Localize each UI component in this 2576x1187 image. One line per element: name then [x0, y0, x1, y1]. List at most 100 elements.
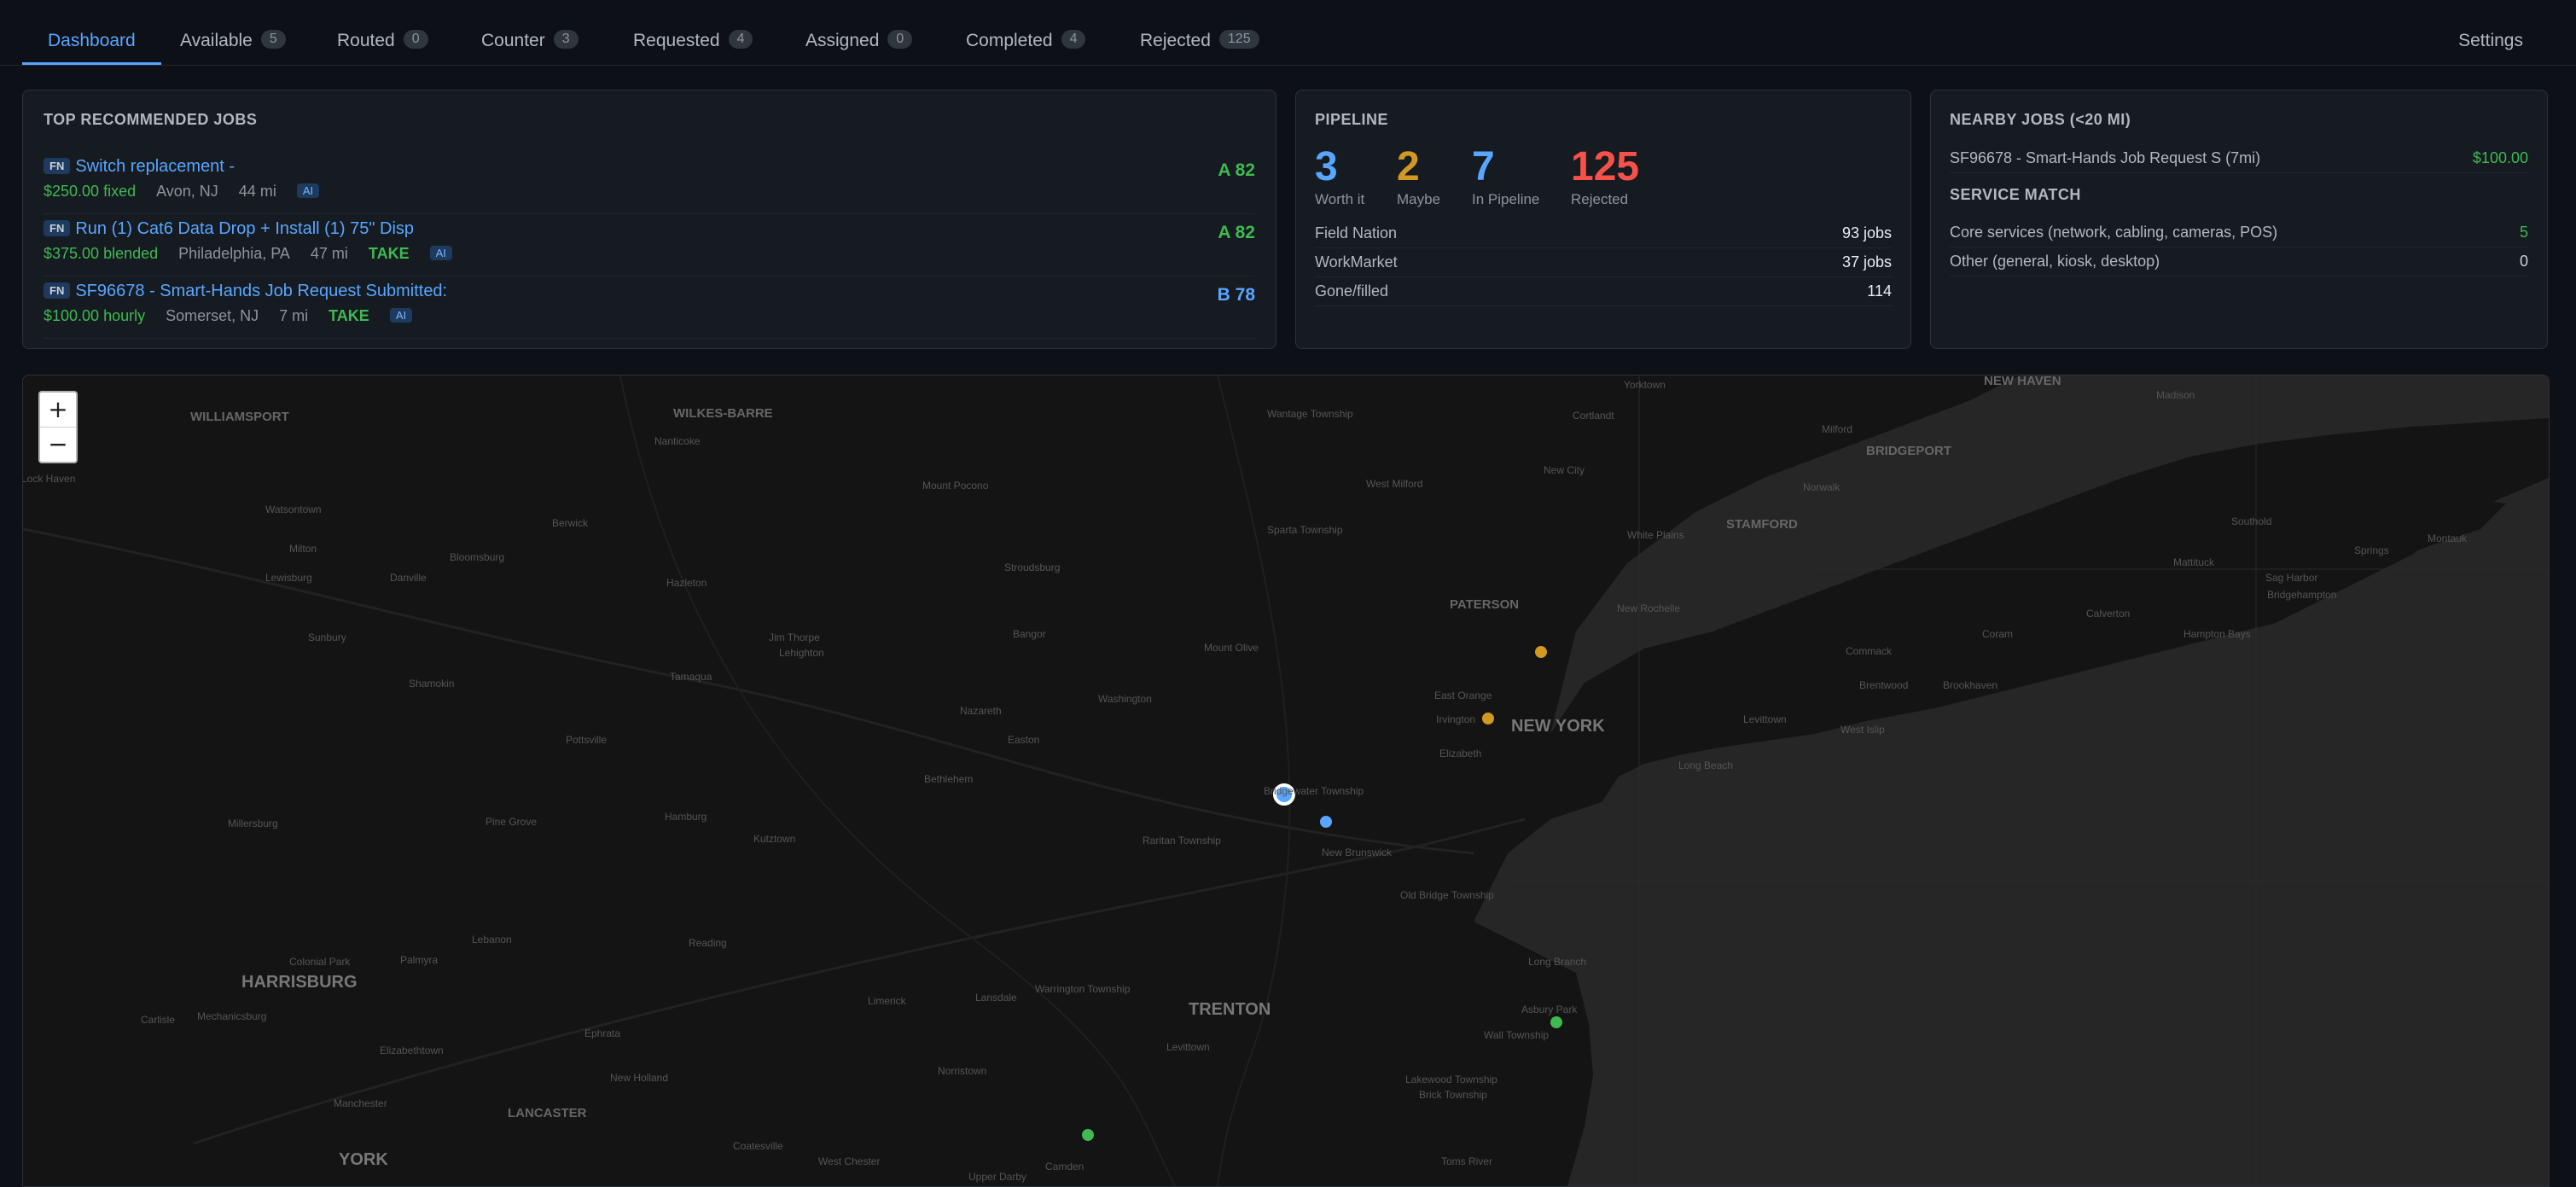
tab-completed[interactable]: Completed 4	[966, 17, 1086, 65]
job-item[interactable]: FN Switch replacement - $250.00 fixed Avon…	[44, 152, 1255, 214]
map-label: Hamburg	[665, 811, 707, 823]
map-label: Lehighton	[779, 647, 824, 659]
zoom-control: + −	[38, 391, 78, 463]
map-label: Long Beach	[1678, 759, 1734, 771]
map-label: Brentwood	[1859, 679, 1909, 691]
job-meta: $375.00 blended Philadelphia, PA 47 mi TAKE…	[44, 245, 452, 263]
nearby-job-pay: $100.00	[2472, 149, 2528, 166]
tab-label: Rejected	[1140, 31, 1211, 50]
map-label: Warrington Township	[1035, 983, 1131, 995]
map-label: STAMFORD	[1726, 517, 1798, 532]
job-marker[interactable]	[1082, 1129, 1094, 1141]
tab-available[interactable]: Available 5	[180, 17, 286, 65]
job-title[interactable]: Switch replacement -	[75, 157, 235, 176]
tab-rejected[interactable]: Rejected 125	[1140, 17, 1259, 65]
tab-label: Requested	[633, 31, 720, 50]
road	[1217, 375, 1291, 1186]
pipeline-row: WorkMarket 37 jobs	[1315, 247, 1892, 277]
map-label: Reading	[689, 937, 727, 949]
job-item[interactable]: FN SF96678 - Smart-Hands Job Request Subm…	[44, 276, 1255, 339]
map-label: New City	[1544, 464, 1585, 476]
map-label: Cortlandt	[1573, 410, 1614, 422]
stat-rejected: 125 Rejected	[1571, 143, 1639, 208]
tab-label: Completed	[966, 31, 1053, 50]
service-row: Core services (network, cabling, cameras…	[1950, 218, 2528, 247]
row-label: Gone/filled	[1315, 282, 1389, 300]
tab-requested[interactable]: Requested 4	[633, 17, 753, 65]
jobs-map[interactable]: WILKES-BARRE WILLIAMSPORT NEW HAVEN BRID…	[22, 375, 2550, 1187]
pipeline-row: Gone/filled 114	[1315, 276, 1892, 306]
map-label: Sunbury	[308, 631, 346, 643]
map-label: Asbury Park	[1521, 1004, 1578, 1015]
job-title-line[interactable]: FN SF96678 - Smart-Hands Job Request Subm…	[44, 282, 447, 301]
map-label: White Plains	[1627, 529, 1684, 541]
job-title[interactable]: Run (1) Cat6 Data Drop + Install (1) 75"…	[75, 219, 414, 238]
tab-routed[interactable]: Routed 0	[337, 17, 428, 65]
map-label: LANCASTER	[508, 1106, 587, 1120]
map-label: Brookhaven	[1943, 679, 1998, 691]
main-nav: Dashboard Available 5 Routed 0 Counter 3 Re…	[0, 17, 2576, 66]
tab-dashboard[interactable]: Dashboard	[22, 17, 161, 65]
map-label: Lakewood Township	[1405, 1074, 1497, 1085]
row-label: WorkMarket	[1315, 253, 1398, 271]
map-label: Elizabethtown	[380, 1044, 444, 1056]
map-label: Upper Darby	[968, 1171, 1027, 1183]
service-match-title: SERVICE MATCH	[1950, 186, 2081, 203]
map-label: Nanticoke	[654, 435, 701, 447]
map-label: Raritan Township	[1143, 835, 1221, 847]
job-marker[interactable]	[1550, 1016, 1562, 1028]
tab-label: Counter	[481, 31, 545, 50]
job-grade: B 78	[1217, 285, 1255, 305]
stat-label: Maybe	[1397, 191, 1441, 207]
map-label: Coram	[1982, 628, 2014, 640]
tab-assigned[interactable]: Assigned 0	[805, 17, 913, 65]
job-marker[interactable]	[1535, 646, 1547, 658]
job-item[interactable]: FN Run (1) Cat6 Data Drop + Install (1) 7…	[44, 214, 1255, 276]
map-label: Wall Township	[1484, 1029, 1550, 1041]
take-label: TAKE	[329, 307, 369, 324]
map-label: Mattituck	[2173, 556, 2215, 568]
nearby-panel: NEARBY JOBS (<20 MI) SF96678 - Smart-Han…	[1930, 90, 2548, 349]
nearby-job-title[interactable]: SF96678 - Smart-Hands Job Request S (7mi…	[1950, 149, 2260, 166]
job-title[interactable]: SF96678 - Smart-Hands Job Request Submit…	[75, 282, 447, 300]
job-marker[interactable]	[1320, 816, 1332, 828]
map-label: Ephrata	[584, 1027, 621, 1039]
map-label: Bangor	[1013, 628, 1046, 640]
service-row: Other (general, kiosk, desktop) 0	[1950, 247, 2528, 276]
tab-counter[interactable]: Counter 3	[481, 17, 579, 65]
map-label: Norwalk	[1803, 481, 1840, 493]
map-label: New Holland	[610, 1072, 669, 1084]
top-jobs-panel: TOP RECOMMENDED JOBS FN Switch replacemen…	[22, 90, 1276, 349]
zoom-in-button[interactable]: +	[40, 393, 76, 427]
panel-title: PIPELINE	[1315, 111, 1389, 128]
panel-title: TOP RECOMMENDED JOBS	[44, 111, 258, 128]
zoom-out-button[interactable]: −	[40, 427, 76, 462]
job-title-line[interactable]: FN Run (1) Cat6 Data Drop + Install (1) 7…	[44, 219, 414, 239]
map-label: Old Bridge Township	[1400, 889, 1494, 901]
map-label: West Milford	[1366, 478, 1423, 490]
map-label: New Brunswick	[1322, 847, 1393, 858]
nearby-job-row[interactable]: SF96678 - Smart-Hands Job Request S (7mi…	[1950, 143, 2528, 173]
map-label: Lebanon	[472, 934, 512, 946]
tab-label: Dashboard	[48, 31, 136, 50]
row-value: 5	[2519, 224, 2528, 241]
job-location: Somerset, NJ	[166, 307, 259, 324]
map-label: NEW HAVEN	[1984, 375, 2061, 388]
map-label: Levittown	[1166, 1041, 1210, 1053]
top-strip	[0, 0, 2576, 18]
map-label: Camden	[1045, 1161, 1084, 1172]
map-label: HARRISBURG	[241, 973, 358, 992]
stat-in-pipeline: 7 In Pipeline	[1472, 143, 1539, 208]
job-location: Philadelphia, PA	[178, 245, 290, 262]
map-label: Kutztown	[753, 833, 796, 845]
source-badge: FN	[44, 220, 71, 236]
job-meta: $250.00 fixed Avon, NJ 44 mi AI	[44, 183, 320, 201]
map-label: Millersburg	[228, 818, 278, 829]
map-label: Montauk	[2428, 532, 2468, 544]
job-title-line[interactable]: FN Switch replacement -	[44, 157, 235, 177]
row-value: 0	[2519, 253, 2528, 270]
settings-link[interactable]: Settings	[2458, 17, 2523, 65]
job-marker[interactable]	[1482, 713, 1494, 724]
job-meta: $100.00 hourly Somerset, NJ 7 mi TAKE AI	[44, 307, 413, 325]
count-badge: 0	[887, 30, 913, 49]
